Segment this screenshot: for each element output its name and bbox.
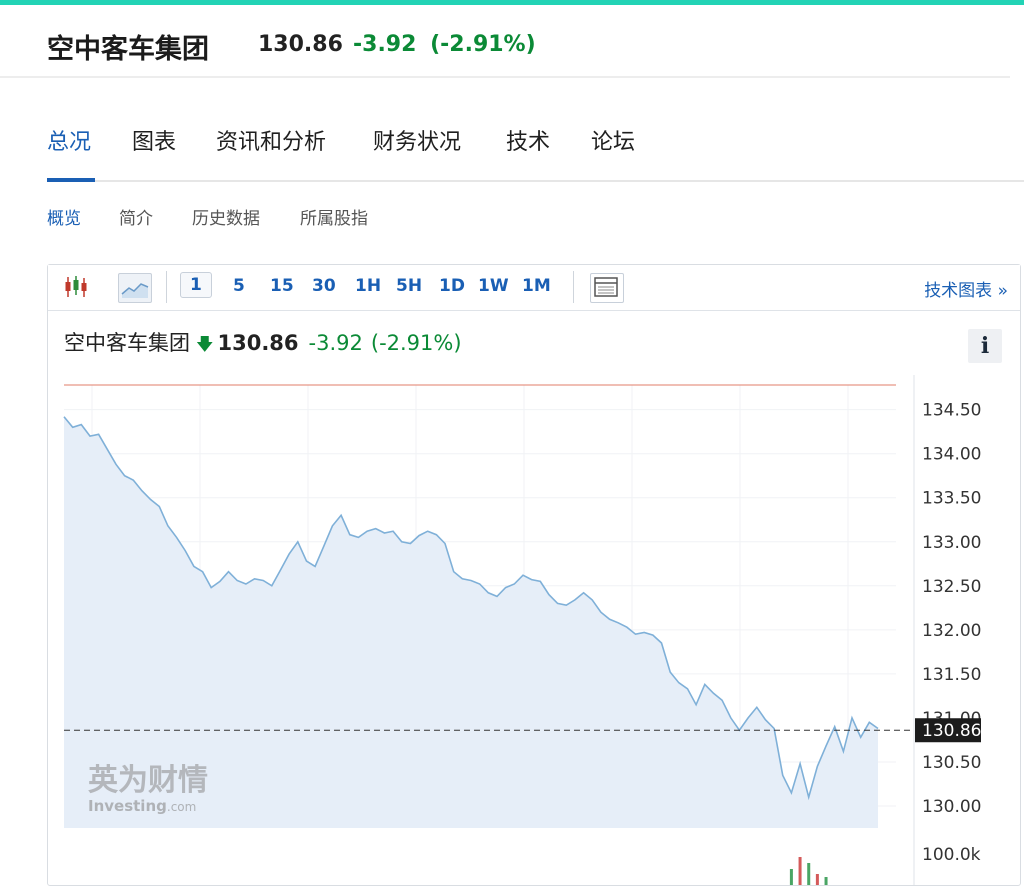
y-tick-label: 134.00 bbox=[922, 445, 981, 465]
subtab-profile[interactable]: 简介 bbox=[119, 204, 153, 229]
volume-bar bbox=[789, 869, 793, 885]
stock-change-pct: (-2.91%) bbox=[430, 32, 536, 57]
volume-axis-label: 100.0k bbox=[922, 845, 981, 865]
y-tick-label: 130.50 bbox=[922, 753, 981, 773]
y-tick-label: 133.00 bbox=[922, 533, 981, 553]
y-tick-label: 133.50 bbox=[922, 489, 981, 509]
active-tab-indicator bbox=[47, 178, 95, 182]
volume-bar bbox=[824, 877, 828, 885]
watermark-en: Investing.com bbox=[88, 797, 196, 815]
subtab-overview[interactable]: 概览 bbox=[47, 204, 81, 229]
subtab-indices[interactable]: 所属股指 bbox=[300, 204, 368, 229]
y-tick-label: 132.00 bbox=[922, 621, 981, 641]
y-tick-label: 134.50 bbox=[922, 401, 981, 421]
stock-price: 130.86 bbox=[258, 32, 343, 57]
header-divider bbox=[0, 76, 1010, 78]
last-price-label: 130.86 bbox=[922, 721, 981, 741]
y-tick-label: 131.50 bbox=[922, 665, 981, 685]
price-chart: 134.50 134.00 133.50 133.00 132.50 132.00 131.… bbox=[63, 375, 981, 885]
stock-change: -3.92 (-2.91%) bbox=[353, 32, 536, 57]
watermark-en-suffix: .com bbox=[167, 800, 196, 814]
main-tabs: 总况 图表 资讯和分析 财务状况 技术 论坛 bbox=[0, 118, 1024, 182]
tab-overview[interactable]: 总况 bbox=[47, 124, 91, 156]
tab-technical[interactable]: 技术 bbox=[506, 124, 550, 156]
y-tick-label: 132.50 bbox=[922, 577, 981, 597]
y-tick-label: 130.00 bbox=[922, 797, 981, 817]
volume-bar bbox=[798, 857, 802, 885]
stock-name: 空中客车集团 bbox=[47, 34, 209, 65]
volume-bar bbox=[807, 863, 811, 885]
watermark-cn: 英为财情 bbox=[88, 763, 208, 798]
tab-forum[interactable]: 论坛 bbox=[591, 124, 635, 156]
subtab-historical-data[interactable]: 历史数据 bbox=[192, 204, 260, 229]
volume-bar bbox=[815, 874, 819, 885]
tabs-divider bbox=[47, 180, 1024, 182]
chart-panel: 1 5 15 30 1H 5H 1D 1W 1M 技术图表 » 空中客车集团 🡇 1… bbox=[47, 264, 1021, 886]
tab-chart[interactable]: 图表 bbox=[132, 124, 176, 156]
tab-financials[interactable]: 财务状况 bbox=[373, 124, 461, 156]
page-header: 空中客车集团 130.86 -3.92 (-2.91%) bbox=[0, 5, 1024, 81]
tab-news-analysis[interactable]: 资讯和分析 bbox=[216, 124, 326, 156]
stock-change-value: -3.92 bbox=[353, 32, 417, 57]
